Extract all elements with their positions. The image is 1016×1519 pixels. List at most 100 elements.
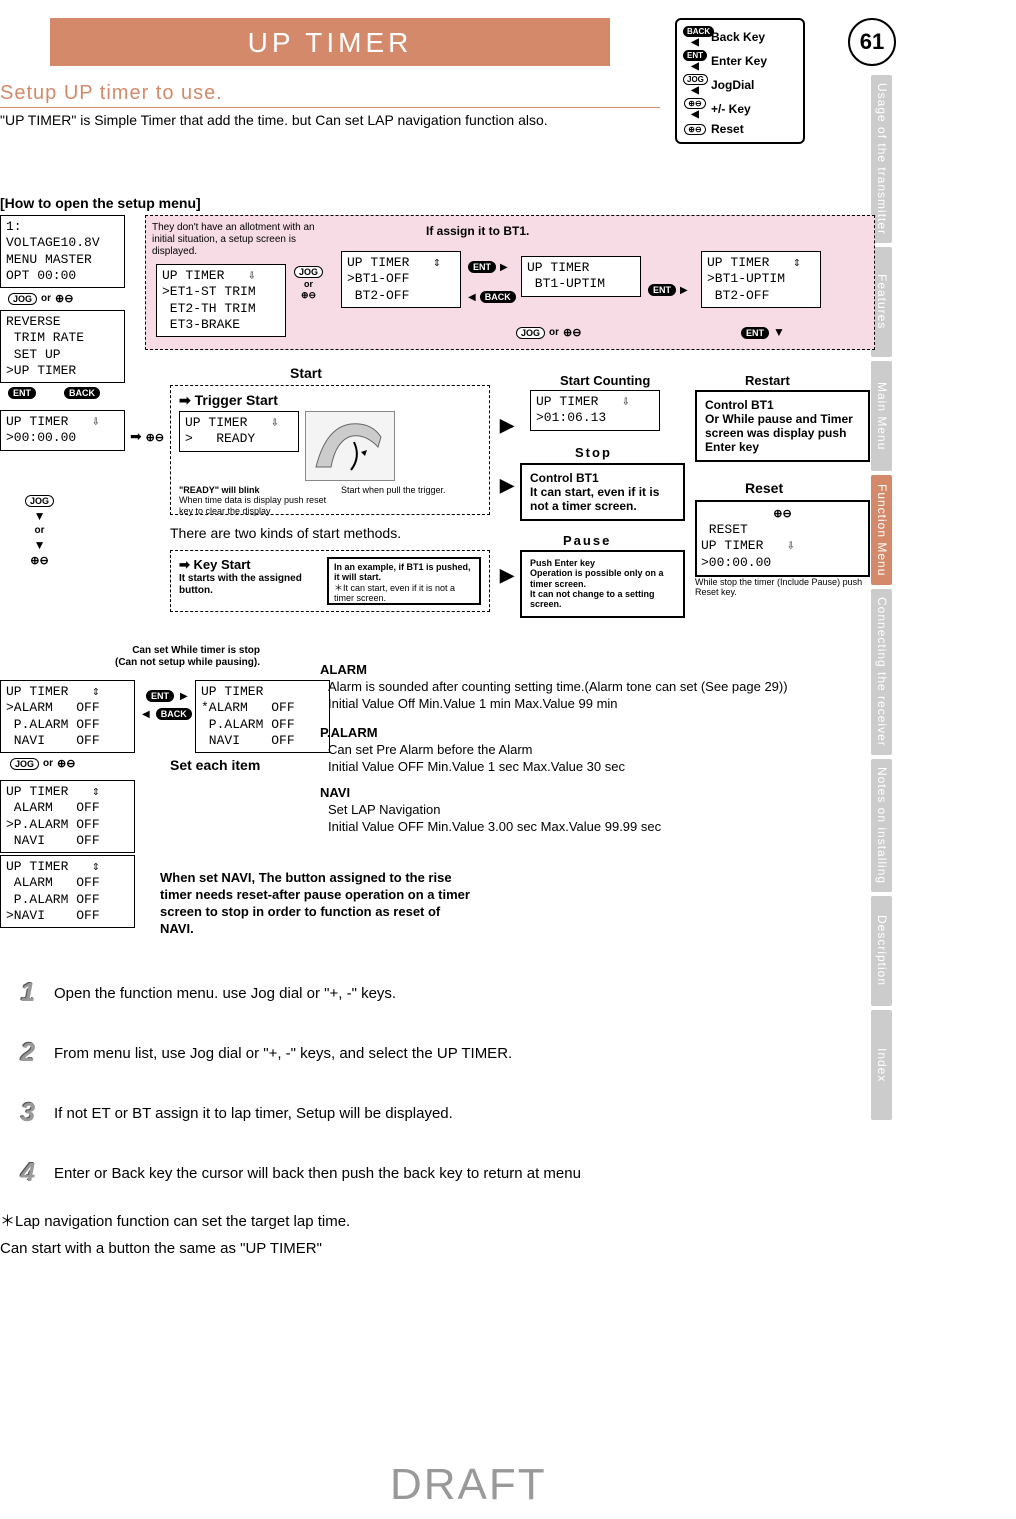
lcd-counting: UP TIMER ⇩ >01:06.13 — [530, 390, 660, 431]
jog-icon: JOG — [683, 74, 708, 85]
trigger-note: Start when pull the trigger. — [341, 485, 451, 495]
lcd-alarm-star: UP TIMER *ALARM OFF P.ALARM OFF NAVI OFF — [195, 680, 330, 753]
step-4: 4Enter or Back key the cursor will back … — [10, 1155, 581, 1191]
side-tab-index[interactable]: Index — [871, 1010, 892, 1120]
lcd-ready: UP TIMER ⇩ > READY — [179, 411, 299, 452]
step-text-3: If not ET or BT assign it to lap timer, … — [54, 1105, 453, 1122]
palarm-line-2: Initial Value OFF Min.Value 1 sec Max.Va… — [320, 759, 850, 776]
plusminus-icon: ⊕⊖ — [684, 98, 705, 109]
back-key-2: BACK — [480, 291, 516, 303]
reset-lcd: RESET UP TIMER ⇩ >00:00.00 — [701, 522, 864, 571]
settings-top-note: Can set While timer is stop (Can not set… — [0, 645, 260, 669]
lcd-bt-sel: UP TIMER ⇕ >BT1-OFF BT2-OFF — [341, 251, 461, 308]
step-num-4: 4 — [10, 1155, 46, 1191]
reset-note: While stop the timer (Include Pause) pus… — [695, 577, 870, 598]
arrow-right-icon: ➡ ⊕⊖ — [130, 428, 164, 445]
ent-icon: ENT — [683, 50, 707, 61]
footnote-start: Can start with a button the same as "UP … — [0, 1240, 322, 1257]
back-key-3: BACK — [156, 708, 192, 720]
lcd-bt-uptim2: UP TIMER ⇕ >BT1-UPTIM BT2-OFF — [701, 251, 821, 308]
pause-box: Push Enter key Operation is possible onl… — [520, 550, 685, 618]
restart-label: Restart — [745, 373, 790, 388]
jog-key-2: JOG — [25, 495, 54, 507]
key-start-label: Key Start — [194, 557, 251, 572]
jog-key: JOG — [8, 293, 37, 305]
plusminus-key-2: ⊕⊖ — [30, 554, 48, 567]
back-icon: BACK — [683, 26, 714, 37]
start-counting-label: Start Counting — [560, 373, 650, 388]
pink-heading: If assign it to BT1. — [426, 224, 529, 238]
pink-setup-zone: They don't have an allotment with an ini… — [145, 215, 875, 350]
key-start-example-2: ＊It can start, even if it is not a timer… — [334, 583, 474, 604]
navi-line-1: Set LAP Navigation — [320, 802, 850, 819]
jog-key-4: JOG — [516, 327, 545, 339]
legend-back: Back Key — [711, 30, 765, 44]
reset-pm-icon: ⊕⊖ — [773, 507, 791, 520]
pause-label: Pause — [563, 533, 611, 548]
step-1: 1Open the function menu. use Jog dial or… — [10, 975, 396, 1011]
trigger-start-label: Trigger Start — [195, 392, 278, 408]
alarm-line-1: Alarm is sounded after counting setting … — [320, 679, 850, 696]
ready-note: When time data is display push reset key… — [179, 495, 329, 516]
step-text-2: From menu list, use Jog dial or "+, -" k… — [54, 1045, 512, 1062]
intro-text: "UP TIMER" is Simple Timer that add the … — [0, 112, 548, 128]
palarm-line-1: Can set Pre Alarm before the Alarm — [320, 742, 850, 759]
set-each-item: Set each item — [170, 757, 260, 773]
stop-box: Control BT1 It can start, even if it is … — [520, 463, 685, 521]
reset-label: Reset — [745, 480, 783, 496]
or-label-3: or — [304, 279, 313, 289]
step-num-3: 3 — [10, 1095, 46, 1131]
arrow-down-icon-2 — [34, 538, 46, 552]
legend-enter: Enter Key — [711, 54, 767, 68]
pink-note: They don't have an allotment with an ini… — [152, 222, 322, 258]
arrow-down-icon-3 — [773, 326, 785, 340]
arrow-right-icon-4 — [500, 565, 514, 586]
or-label: or — [41, 293, 51, 304]
lcd-menu-list: REVERSE TRIM RATE SET UP >UP TIMER — [0, 310, 125, 383]
lcd-menu-master: 1: VOLTAGE10.8V MENU MASTER OPT 00:00 — [0, 215, 125, 288]
lcd-alarm-sel: UP TIMER ⇕ >ALARM OFF P.ALARM OFF NAVI O… — [0, 680, 135, 753]
arrow-right-icon-2 — [500, 415, 514, 436]
ready-blink-label: "READY" will blink — [179, 485, 329, 495]
ent-key-2: ENT — [468, 261, 496, 273]
jog-key-3: JOG — [294, 266, 323, 278]
lcd-navi-sel: UP TIMER ⇕ ALARM OFF P.ALARM OFF >NAVI O… — [0, 855, 135, 928]
two-kinds-note: There are two kinds of start methods. — [170, 525, 401, 541]
or-label-4: or — [549, 327, 559, 338]
trigger-illustration — [305, 411, 395, 481]
plusminus-key-4: ⊕⊖ — [563, 326, 581, 339]
lcd-bt-uptim: UP TIMER BT1-UPTIM — [521, 256, 641, 297]
key-start-box: ➡ Key Start It starts with the assigned … — [170, 550, 490, 612]
back-key: BACK — [64, 387, 100, 399]
reset-box: ⊕⊖ RESET UP TIMER ⇩ >00:00.00 — [695, 500, 870, 577]
lcd-et-list: UP TIMER ⇩ >ET1-ST TRIM ET2-TH TRIM ET3-… — [156, 264, 286, 337]
alarm-desc: ALARM Alarm is sounded after counting se… — [320, 662, 850, 713]
section-subtitle: Setup UP timer to use. — [0, 82, 660, 108]
key-start-example: In an example, if BT1 is pushed, it will… — [334, 562, 474, 583]
legend-plusminus: +/- Key — [711, 102, 751, 116]
footnote-lap: ＊Lap navigation function can set the tar… — [0, 1210, 350, 1231]
palarm-heading: P.ALARM — [320, 725, 850, 742]
page-title-bar: UP TIMER — [50, 18, 610, 66]
restart-box: Control BT1 Or While pause and Timer scr… — [695, 390, 870, 462]
page-number: 61 — [848, 18, 896, 66]
alarm-heading: ALARM — [320, 662, 850, 679]
plusminus-key-5: ⊕⊖ — [57, 757, 75, 770]
or-label-5: or — [43, 758, 53, 769]
jog-key-5: JOG — [10, 758, 39, 770]
plusminus-key-3: ⊕⊖ — [301, 290, 316, 300]
step-3: 3 If not ET or BT assign it to lap timer,… — [10, 1095, 453, 1131]
ent-key-5: ENT — [146, 690, 174, 702]
navi-desc: NAVI Set LAP Navigation Initial Value OF… — [320, 785, 850, 836]
ent-key-3: ENT — [648, 284, 676, 296]
ent-key-4: ENT — [741, 327, 769, 339]
legend-reset: Reset — [711, 122, 744, 136]
lcd-timer-zero: UP TIMER ⇩ >00:00.00 — [0, 410, 125, 451]
plusminus-key: ⊕⊖ — [55, 292, 73, 305]
palarm-desc: P.ALARM Can set Pre Alarm before the Ala… — [320, 725, 850, 776]
trigger-start-box: ➡ Trigger Start UP TIMER ⇩ > READY "READ… — [170, 385, 490, 515]
arrow-down-icon — [34, 509, 46, 523]
draft-watermark: DRAFT — [390, 1460, 547, 1510]
ent-key: ENT — [8, 387, 36, 399]
lcd-palarm-sel: UP TIMER ⇕ ALARM OFF >P.ALARM OFF NAVI O… — [0, 780, 135, 853]
